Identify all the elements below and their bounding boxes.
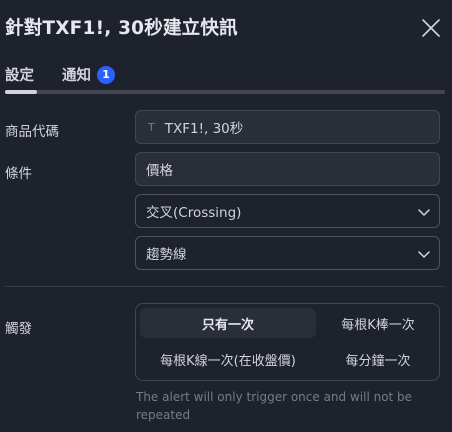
- tab-bar: 設定 通知 1: [0, 60, 452, 96]
- trigger-option-once-per-bar[interactable]: 每根K棒一次: [320, 308, 436, 338]
- operator-select[interactable]: 交叉(Crossing): [135, 194, 440, 228]
- condition-source-field[interactable]: 價格: [135, 152, 440, 186]
- trigger-option-once-per-bar-close[interactable]: 每根K線一次(在收盤價): [140, 344, 316, 374]
- target-select[interactable]: 趨勢線: [135, 236, 440, 270]
- target-value: 趨勢線: [146, 247, 187, 263]
- dialog-header: 針對TXF1!, 30秒建立快訊: [0, 0, 452, 58]
- symbol-type-icon: T: [148, 120, 155, 134]
- tab-settings[interactable]: 設定: [5, 64, 34, 85]
- symbol-label: 商品代碼: [5, 124, 59, 140]
- chevron-down-icon: [418, 251, 430, 258]
- tab-active-indicator: [5, 90, 37, 94]
- operator-value: 交叉(Crossing): [146, 205, 242, 221]
- dialog-title: 針對TXF1!, 30秒建立快訊: [5, 18, 238, 39]
- section-divider: [5, 286, 445, 287]
- trigger-option-once[interactable]: 只有一次: [140, 308, 316, 338]
- trigger-options-group: 只有一次 每根K棒一次 每根K線一次(在收盤價) 每分鐘一次: [135, 303, 440, 381]
- tab-track: [5, 90, 445, 94]
- trigger-option-once-per-minute[interactable]: 每分鐘一次: [320, 344, 436, 374]
- trigger-label: 觸發: [5, 321, 32, 337]
- chevron-down-icon: [418, 209, 430, 216]
- trigger-hint: The alert will only trigger once and wil…: [136, 390, 413, 422]
- symbol-field[interactable]: T TXF1!, 30秒: [135, 110, 440, 144]
- condition-label: 條件: [5, 166, 32, 182]
- symbol-value: TXF1!, 30秒: [164, 121, 244, 137]
- tab-settings-label: 設定: [5, 68, 34, 84]
- tab-notifications-label: 通知: [62, 68, 91, 84]
- notification-count-badge: 1: [97, 65, 115, 84]
- tab-notifications[interactable]: 通知 1: [62, 64, 115, 85]
- close-button[interactable]: [420, 17, 442, 39]
- condition-source-value: 價格: [146, 163, 173, 179]
- close-icon: [422, 19, 440, 37]
